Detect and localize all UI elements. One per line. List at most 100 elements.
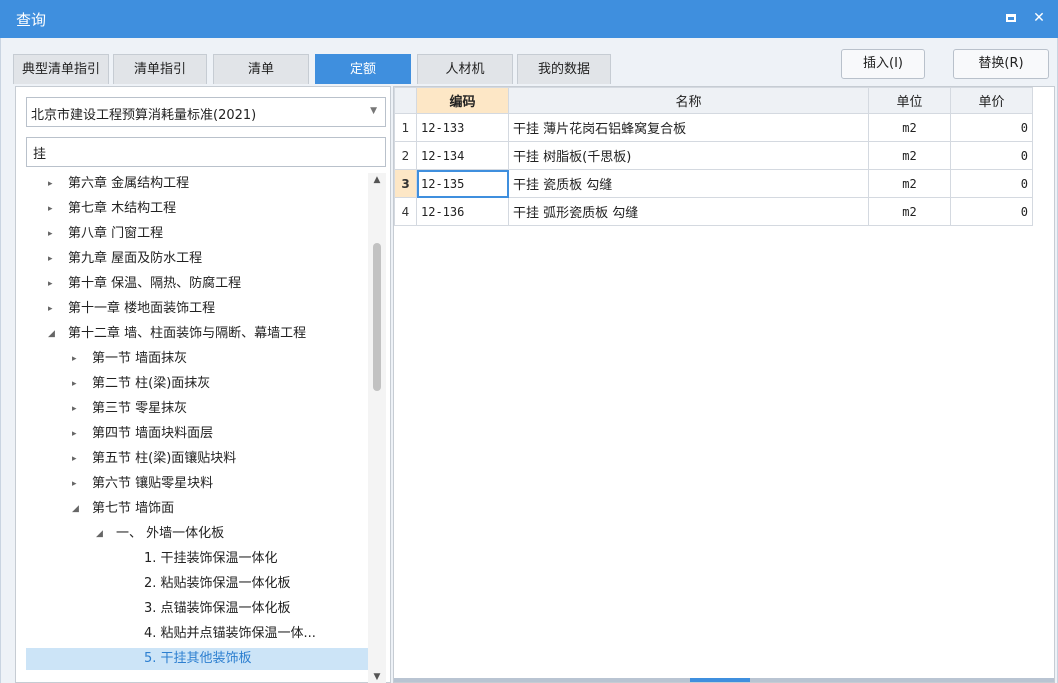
replace-button[interactable]: 替换(R) [953,49,1049,79]
title-bar: 查询 ✕ [0,0,1058,38]
name-cell[interactable]: 干挂 薄片花岗石铝蜂窝复合板 [508,113,869,142]
tree-item[interactable]: 1. 干挂装饰保温一体化 [26,548,368,570]
tree-item[interactable]: ▸ 第六章 金属结构工程 [26,173,368,195]
price-column-header[interactable]: 单价 [950,87,1033,114]
table-header-row: 编码 名称 单位 单价 [394,87,1033,114]
table-row[interactable]: 3 12-135 干挂 瓷质板 勾缝 m2 0 [394,169,1033,198]
expand-arrow-icon[interactable]: ▸ [48,223,53,245]
collapse-arrow-icon[interactable]: ◢ [96,523,103,545]
expand-arrow-icon[interactable]: ▸ [72,423,77,445]
tree-item-label: 第十二章 墙、柱面装饰与隔断、幕墙工程 [68,326,307,341]
tree-item-label: 第一节 墙面抹灰 [92,351,188,366]
expand-arrow-icon[interactable]: ▸ [48,298,53,320]
unit-column-header[interactable]: 单位 [868,87,951,114]
code-cell[interactable]: 12-135 [416,169,509,198]
expand-arrow-icon[interactable]: ▸ [48,173,53,195]
tree-item-label: 第六章 金属结构工程 [68,176,190,191]
expand-arrow-icon[interactable]: ▸ [72,398,77,420]
tab-typical-list-guide[interactable]: 典型清单指引 [13,54,109,84]
row-index[interactable]: 3 [394,169,417,198]
tab-labor-material-machine[interactable]: 人材机 [417,54,513,84]
price-cell[interactable]: 0 [950,141,1033,170]
tree-item[interactable]: ▸ 第四节 墙面块料面层 [26,423,368,445]
tab-my-data[interactable]: 我的数据 [517,54,611,84]
row-index[interactable]: 2 [394,141,417,170]
tree-item-label: 4. 粘贴并点锚装饰保温一体... [144,626,316,641]
category-panel: 北京市建设工程预算消耗量标准(2021) ▼ ▸ 第六章 金属结构工程 ▸ 第七章 木… [15,86,391,683]
scroll-up-icon[interactable]: ▲ [368,173,386,187]
standard-select[interactable]: 北京市建设工程预算消耗量标准(2021) ▼ [26,97,386,127]
unit-cell[interactable]: m2 [868,197,951,226]
maximize-icon[interactable] [1002,9,1020,27]
tree-item[interactable]: ▸ 第七章 木结构工程 [26,198,368,220]
expand-arrow-icon[interactable]: ▸ [72,348,77,370]
row-index[interactable]: 1 [394,113,417,142]
expand-arrow-icon[interactable]: ▸ [48,198,53,220]
name-cell[interactable]: 干挂 树脂板(千思板) [508,141,869,170]
tree-item-label: 第二节 柱(梁)面抹灰 [92,376,211,391]
table-row[interactable]: 4 12-136 干挂 弧形瓷质板 勾缝 m2 0 [394,197,1033,226]
expand-arrow-icon[interactable]: ▸ [48,248,53,270]
tree-item[interactable]: 5. 干挂其他装饰板 [26,648,368,670]
expand-arrow-icon[interactable]: ▸ [72,448,77,470]
tree-item[interactable]: ◢ 一、 外墙一体化板 [26,523,368,545]
tree-item-label: 第四节 墙面块料面层 [92,426,214,441]
tree-item[interactable]: 3. 点锚装饰保温一体化板 [26,598,368,620]
tree-item[interactable]: ▸ 第六节 镶贴零星块料 [26,473,368,495]
scrollbar-thumb[interactable] [373,243,381,391]
tree-item[interactable]: ◢ 第七节 墙饰面 [26,498,368,520]
code-cell[interactable]: 12-136 [416,197,509,226]
collapse-arrow-icon[interactable]: ◢ [72,498,79,520]
tab-list-guide[interactable]: 清单指引 [113,54,207,84]
search-input[interactable] [27,138,385,166]
code-cell[interactable]: 12-133 [416,113,509,142]
row-index[interactable]: 4 [394,197,417,226]
price-cell[interactable]: 0 [950,169,1033,198]
tree-item[interactable]: 2. 粘贴装饰保温一体化板 [26,573,368,595]
search-field[interactable] [26,137,386,167]
tree-item-label: 第三节 零星抹灰 [92,401,188,416]
tree-item[interactable]: ▸ 第三节 零星抹灰 [26,398,368,420]
tree-item-label: 第六节 镶贴零星块料 [92,476,214,491]
tree-scrollbar[interactable]: ▲ ▼ [368,173,386,683]
tree-item[interactable]: ◢ 第十二章 墙、柱面装饰与隔断、幕墙工程 [26,323,368,345]
tree-item[interactable]: ▸ 第二节 柱(梁)面抹灰 [26,373,368,395]
tree-item[interactable]: ▸ 第一节 墙面抹灰 [26,348,368,370]
window-title: 查询 [16,11,47,29]
code-column-header[interactable]: 编码 [416,87,509,114]
query-window: 典型清单指引 清单指引 清单 定额 人材机 我的数据 插入(I) 替换(R) 北… [0,38,1058,683]
price-cell[interactable]: 0 [950,197,1033,226]
name-cell[interactable]: 干挂 弧形瓷质板 勾缝 [508,197,869,226]
collapse-arrow-icon[interactable]: ◢ [48,323,55,345]
name-cell[interactable]: 干挂 瓷质板 勾缝 [508,169,869,198]
standard-select-value: 北京市建设工程预算消耗量标准(2021) [31,108,257,123]
tab-list[interactable]: 清单 [213,54,309,84]
table-row[interactable]: 1 12-133 干挂 薄片花岗石铝蜂窝复合板 m2 0 [394,113,1033,142]
tree-item[interactable]: ▸ 第五节 柱(梁)面镶贴块料 [26,448,368,470]
unit-cell[interactable]: m2 [868,169,951,198]
tab-quota[interactable]: 定额 [315,54,411,84]
splitter-handle[interactable] [690,678,750,682]
scroll-down-icon[interactable]: ▼ [368,670,386,683]
tree-item-label: 一、 外墙一体化板 [116,526,225,541]
table-row[interactable]: 2 12-134 干挂 树脂板(千思板) m2 0 [394,141,1033,170]
unit-cell[interactable]: m2 [868,141,951,170]
price-cell[interactable]: 0 [950,113,1033,142]
chapter-tree: ▸ 第六章 金属结构工程 ▸ 第七章 木结构工程 ▸ 第八章 门窗工程 ▸ 第九章 屋面及防水… [26,173,368,683]
tree-item[interactable]: ▸ 第八章 门窗工程 [26,223,368,245]
tree-item[interactable]: 4. 粘贴并点锚装饰保温一体... [26,623,368,645]
expand-arrow-icon[interactable]: ▸ [72,473,77,495]
code-cell[interactable]: 12-134 [416,141,509,170]
unit-cell[interactable]: m2 [868,113,951,142]
insert-button[interactable]: 插入(I) [841,49,925,79]
tree-item[interactable]: ▸ 第十一章 楼地面装饰工程 [26,298,368,320]
expand-arrow-icon[interactable]: ▸ [48,273,53,295]
tree-item[interactable]: ▸ 第九章 屋面及防水工程 [26,248,368,270]
close-icon[interactable]: ✕ [1030,9,1048,27]
quota-table: 编码 名称 单位 单价 1 12-133 干挂 薄片花岗石铝蜂窝复合板 m2 0 2 12-… [394,87,1033,226]
name-column-header[interactable]: 名称 [508,87,869,114]
tree-item[interactable]: ▸ 第十章 保温、隔热、防腐工程 [26,273,368,295]
tree-item-label: 第五节 柱(梁)面镶贴块料 [92,451,237,466]
expand-arrow-icon[interactable]: ▸ [72,373,77,395]
tree-item-label: 5. 干挂其他装饰板 [144,651,252,666]
